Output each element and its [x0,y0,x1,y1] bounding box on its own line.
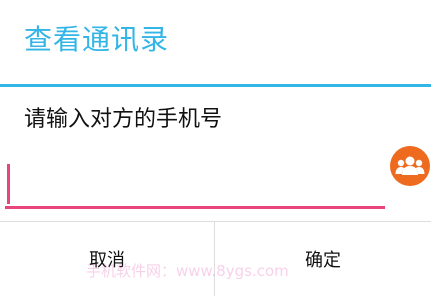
dialog-title-bar: 查看通讯录 [0,0,431,87]
input-underline [5,206,385,209]
cancel-button[interactable]: 取消 [0,222,214,296]
phone-number-input[interactable] [5,160,385,208]
phone-prompt-label: 请输入对方的手机号 [24,107,223,132]
title-divider [0,84,431,87]
text-cursor [7,164,10,204]
confirm-button-label: 确定 [305,250,341,271]
contacts-group-icon [395,156,425,175]
confirm-button[interactable]: 确定 [215,222,431,296]
dialog-title: 查看通讯录 [24,23,170,56]
contacts-group-button[interactable] [390,146,430,186]
view-contacts-dialog: 查看通讯录 请输入对方的手机号 取消 确定 手机软件网：www.8ygs.com [0,0,431,296]
cancel-button-label: 取消 [89,250,125,271]
phone-input-container [5,160,385,212]
